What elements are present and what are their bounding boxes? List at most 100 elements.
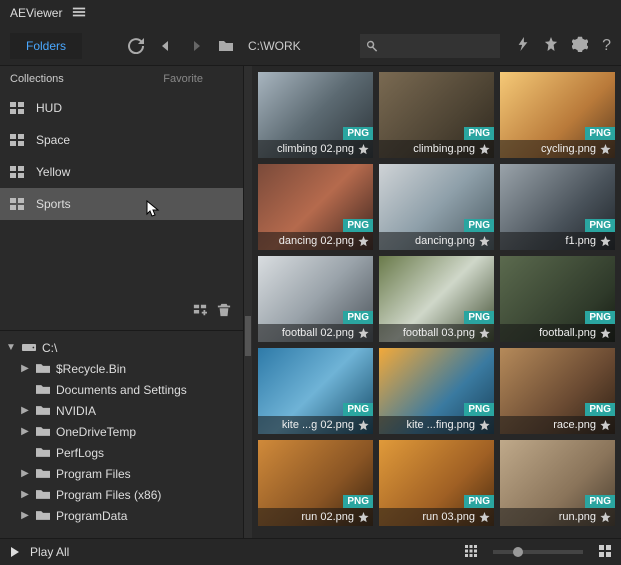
star-icon[interactable]	[358, 236, 369, 247]
zoom-slider[interactable]	[493, 550, 583, 554]
thumbnail-footer: climbing.png	[379, 140, 494, 158]
thumbnail[interactable]: PNGdancing 02.png	[258, 164, 373, 250]
refresh-icon[interactable]	[124, 34, 148, 58]
chevron-right-icon[interactable]: ▶	[20, 426, 30, 437]
folder-icon[interactable]	[214, 34, 238, 58]
back-arrow-icon[interactable]	[154, 34, 178, 58]
collection-item[interactable]: Space	[0, 124, 243, 156]
zoom-slider-thumb[interactable]	[513, 547, 523, 557]
chevron-down-icon[interactable]: ▼	[6, 342, 16, 353]
thumbnail-footer: f1.png	[500, 232, 615, 250]
chevron-right-icon[interactable]: ▶	[20, 510, 30, 521]
thumbnail[interactable]: PNGfootball 02.png	[258, 256, 373, 342]
tree-item[interactable]: ▶ NVIDIA	[6, 400, 237, 421]
thumbnail[interactable]: PNG football 03.png	[379, 256, 494, 342]
gear-icon[interactable]	[572, 36, 588, 55]
thumbnail[interactable]: PNGdancing.png	[379, 164, 494, 250]
thumbnail-filename: race.png	[504, 419, 596, 431]
scrollbar-thumb[interactable]	[245, 316, 251, 356]
filetype-badge: PNG	[585, 127, 615, 140]
star-icon[interactable]	[600, 420, 611, 431]
filetype-badge: PNG	[464, 311, 494, 324]
tree-item-label: PerfLogs	[56, 446, 104, 460]
folder-icon	[36, 384, 50, 395]
filetype-badge: PNG	[464, 219, 494, 232]
collection-item[interactable]: Yellow	[0, 156, 243, 188]
chevron-right-icon[interactable]: ▶	[20, 363, 30, 374]
thumbnail[interactable]: PNGrun 03.png	[379, 440, 494, 526]
tree-item-label: Documents and Settings	[56, 383, 187, 397]
star-icon[interactable]	[479, 236, 490, 247]
favorite-label[interactable]: Favorite	[163, 73, 203, 85]
thumbnail-footer: kite ...g 02.png	[258, 416, 373, 434]
thumbnail[interactable]: PNGfootball.png	[500, 256, 615, 342]
path-display[interactable]: C:\WORK	[248, 39, 301, 53]
grid-icon	[10, 166, 24, 178]
thumbnail[interactable]: PNGrace.png	[500, 348, 615, 434]
star-icon[interactable]	[358, 512, 369, 523]
chevron-right-icon[interactable]: ▶	[20, 468, 30, 479]
toolbar: Folders C:\WORK ?	[0, 26, 621, 66]
hamburger-menu-icon[interactable]	[72, 5, 86, 21]
star-icon[interactable]	[479, 512, 490, 523]
filetype-badge: PNG	[585, 311, 615, 324]
chevron-right-icon[interactable]: ▶	[20, 489, 30, 500]
bolt-icon[interactable]	[516, 37, 530, 54]
tree-item[interactable]: ▶$Recycle.Bin	[6, 358, 237, 379]
star-icon[interactable]	[479, 328, 490, 339]
thumbnail[interactable]: PNGrun 02.png	[258, 440, 373, 526]
collection-label: Sports	[36, 197, 71, 211]
thumbnail-footer: run 03.png	[379, 508, 494, 526]
thumbnail[interactable]: PNGclimbing.png	[379, 72, 494, 158]
tree-item[interactable]: ▶OneDriveTemp	[6, 421, 237, 442]
help-icon[interactable]: ?	[602, 37, 611, 55]
thumbnail[interactable]: PNGf1.png	[500, 164, 615, 250]
view-grid-large-icon[interactable]	[599, 545, 611, 560]
filetype-badge: PNG	[464, 403, 494, 416]
thumbnail[interactable]: PNGkite ...fing.png	[379, 348, 494, 434]
tree-item-label: ProgramData	[56, 509, 127, 523]
tree-item-label: NVIDIA	[56, 404, 96, 418]
star-icon[interactable]	[479, 144, 490, 155]
star-icon[interactable]	[479, 420, 490, 431]
tree-item[interactable]: Documents and Settings	[6, 379, 237, 400]
add-collection-icon[interactable]	[193, 303, 207, 320]
tab-folders[interactable]: Folders	[10, 33, 82, 59]
collection-item[interactable]: Sports	[0, 188, 243, 220]
thumbnail-footer: run.png	[500, 508, 615, 526]
chevron-right-icon[interactable]: ▶	[20, 405, 30, 416]
tree-item[interactable]: ▶Program Files (x86)	[6, 484, 237, 505]
tree-item[interactable]: ▶ ProgramData	[6, 505, 237, 526]
star-icon[interactable]	[358, 144, 369, 155]
thumbnail-filename: football 03.png	[383, 327, 475, 339]
thumbnail-footer: football.png	[500, 324, 615, 342]
collection-item[interactable]: HUD	[0, 92, 243, 124]
tree-item[interactable]: ▶Program Files	[6, 463, 237, 484]
star-icon[interactable]	[600, 512, 611, 523]
star-icon[interactable]	[358, 420, 369, 431]
thumbnail[interactable]: PNGclimbing 02.png	[258, 72, 373, 158]
play-icon[interactable]	[10, 547, 20, 557]
star-icon[interactable]	[358, 328, 369, 339]
scrollbar[interactable]	[244, 66, 252, 538]
tree-item[interactable]: PerfLogs	[6, 442, 237, 463]
folder-icon	[36, 363, 50, 374]
folder-icon	[36, 510, 50, 521]
star-icon[interactable]	[600, 236, 611, 247]
tree-root[interactable]: ▼ C:\	[6, 337, 237, 358]
thumbnail-footer: dancing.png	[379, 232, 494, 250]
thumbnail[interactable]: PNGkite ...g 02.png	[258, 348, 373, 434]
play-all-button[interactable]: Play All	[30, 545, 69, 559]
star-icon[interactable]	[544, 37, 558, 54]
trash-icon[interactable]	[217, 303, 231, 320]
search-input[interactable]	[360, 34, 500, 58]
star-icon[interactable]	[600, 144, 611, 155]
forward-arrow-icon[interactable]	[184, 34, 208, 58]
search-icon	[366, 40, 378, 52]
view-grid-small-icon[interactable]	[465, 545, 477, 560]
thumbnail[interactable]: PNGcycling.png	[500, 72, 615, 158]
star-icon[interactable]	[600, 328, 611, 339]
thumbnail[interactable]: PNGrun.png	[500, 440, 615, 526]
thumbnail-filename: kite ...g 02.png	[262, 419, 354, 431]
thumbnail-area: PNGclimbing 02.pngPNGclimbing.pngPNGcycl…	[244, 66, 621, 538]
